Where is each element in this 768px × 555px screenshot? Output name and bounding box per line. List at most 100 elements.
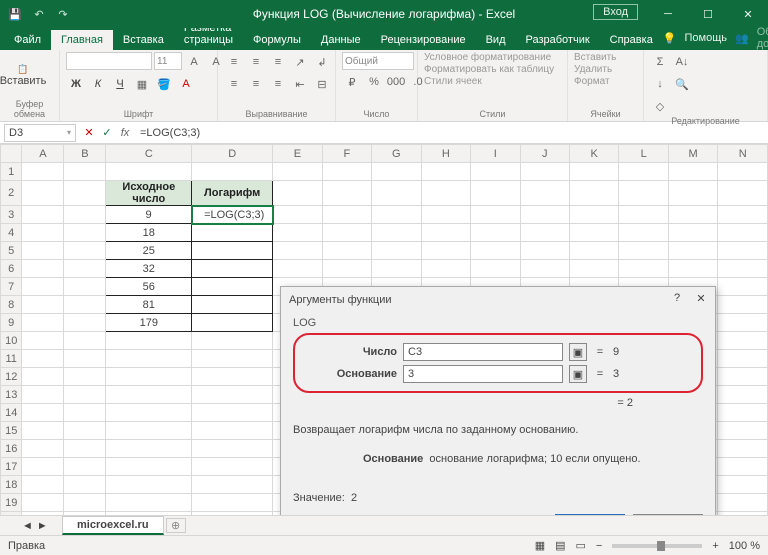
- share-label[interactable]: Общий доступ: [757, 26, 768, 50]
- cell[interactable]: 25: [106, 242, 192, 260]
- cell[interactable]: 32: [106, 260, 192, 278]
- tab-file[interactable]: Файл: [4, 30, 51, 50]
- grow-font-icon[interactable]: A: [184, 52, 204, 72]
- font-family[interactable]: [66, 52, 152, 70]
- col-header[interactable]: L: [619, 145, 668, 163]
- row-header[interactable]: 13: [1, 386, 22, 404]
- col-header[interactable]: D: [192, 145, 273, 163]
- row-header[interactable]: 19: [1, 494, 22, 512]
- row-header[interactable]: 6: [1, 260, 22, 278]
- align-bot-icon[interactable]: ≡: [268, 52, 288, 72]
- cell[interactable]: 81: [106, 296, 192, 314]
- table-header-src[interactable]: Исходное число: [106, 181, 192, 206]
- row-header[interactable]: 10: [1, 332, 22, 350]
- row-header[interactable]: 12: [1, 368, 22, 386]
- merge-icon[interactable]: ⊟: [312, 74, 332, 94]
- cancel-formula-icon[interactable]: ✕: [80, 126, 98, 139]
- align-center-icon[interactable]: ≡: [246, 74, 266, 94]
- autosum-icon[interactable]: Σ: [650, 52, 670, 72]
- tab-view[interactable]: Вид: [476, 30, 516, 50]
- col-header[interactable]: J: [520, 145, 569, 163]
- italic-icon[interactable]: К: [88, 74, 108, 94]
- tab-review[interactable]: Рецензирование: [371, 30, 476, 50]
- row-header[interactable]: 2: [1, 181, 22, 206]
- number-format[interactable]: [342, 52, 414, 70]
- sort-icon[interactable]: A↓: [672, 52, 692, 72]
- tab-help[interactable]: Справка: [600, 30, 663, 50]
- tab-developer[interactable]: Разработчик: [516, 30, 600, 50]
- col-header[interactable]: A: [22, 145, 64, 163]
- col-header[interactable]: B: [64, 145, 106, 163]
- col-header[interactable]: C: [106, 145, 192, 163]
- share-icon[interactable]: 👥: [735, 32, 749, 45]
- delete-cells-button[interactable]: Удалить: [574, 64, 612, 75]
- row-header[interactable]: 15: [1, 422, 22, 440]
- fill-icon[interactable]: 🪣: [154, 74, 174, 94]
- font-size[interactable]: [154, 52, 182, 70]
- row-header[interactable]: 18: [1, 476, 22, 494]
- fx-icon[interactable]: fx: [116, 127, 134, 139]
- col-header[interactable]: E: [273, 145, 322, 163]
- cond-format-button[interactable]: Условное форматирование: [424, 52, 551, 63]
- cell[interactable]: 179: [106, 314, 192, 332]
- row-header[interactable]: 17: [1, 458, 22, 476]
- minimize-icon[interactable]: ─: [648, 0, 688, 28]
- format-table-button[interactable]: Форматировать как таблицу: [424, 64, 554, 75]
- undo-icon[interactable]: ↶: [30, 5, 48, 23]
- row-header[interactable]: 4: [1, 224, 22, 242]
- row-header[interactable]: 5: [1, 242, 22, 260]
- row-header[interactable]: 7: [1, 278, 22, 296]
- close-icon[interactable]: ✕: [728, 0, 768, 28]
- sheet-tab[interactable]: microexcel.ru: [62, 516, 164, 535]
- find-icon[interactable]: 🔍: [672, 74, 692, 94]
- col-header[interactable]: I: [471, 145, 520, 163]
- paste-button[interactable]: 📋Вставить: [6, 52, 40, 98]
- sheet-prev-icon[interactable]: ◄: [22, 520, 33, 532]
- col-header[interactable]: G: [372, 145, 421, 163]
- arg2-picker-icon[interactable]: ▣: [569, 365, 587, 383]
- border-icon[interactable]: ▦: [132, 74, 152, 94]
- row-header[interactable]: 1: [1, 163, 22, 181]
- zoom-in-icon[interactable]: +: [712, 540, 718, 552]
- arg1-picker-icon[interactable]: ▣: [569, 343, 587, 361]
- formula-input[interactable]: =LOG(C3;3): [134, 127, 768, 139]
- name-box[interactable]: D3▾: [4, 124, 76, 142]
- sheet-next-icon[interactable]: ►: [37, 520, 48, 532]
- dialog-help-icon[interactable]: ?: [669, 292, 685, 304]
- view-layout-icon[interactable]: ▤: [555, 539, 565, 552]
- new-sheet-icon[interactable]: ⊕: [166, 518, 186, 533]
- percent-icon[interactable]: %: [364, 72, 384, 92]
- fill-down-icon[interactable]: ↓: [650, 74, 670, 94]
- save-icon[interactable]: 💾: [6, 5, 24, 23]
- cell[interactable]: 56: [106, 278, 192, 296]
- tellme[interactable]: Помощь: [685, 32, 728, 44]
- table-header-log[interactable]: Логарифм: [192, 181, 273, 206]
- wrap-icon[interactable]: ↲: [312, 52, 332, 72]
- select-all[interactable]: [1, 145, 22, 163]
- row-header[interactable]: 11: [1, 350, 22, 368]
- redo-icon[interactable]: ↷: [54, 5, 72, 23]
- view-break-icon[interactable]: ▭: [576, 539, 586, 552]
- col-header[interactable]: H: [421, 145, 470, 163]
- row-header[interactable]: 9: [1, 314, 22, 332]
- zoom-level[interactable]: 100 %: [729, 540, 760, 552]
- orientation-icon[interactable]: ↗: [290, 52, 310, 72]
- col-header[interactable]: F: [322, 145, 371, 163]
- col-header[interactable]: N: [718, 145, 768, 163]
- zoom-out-icon[interactable]: −: [596, 540, 602, 552]
- tab-home[interactable]: Главная: [51, 30, 113, 50]
- dialog-close-icon[interactable]: ✕: [693, 292, 709, 305]
- underline-icon[interactable]: Ч: [110, 74, 130, 94]
- enter-formula-icon[interactable]: ✓: [98, 126, 116, 139]
- tab-data[interactable]: Данные: [311, 30, 371, 50]
- comma-icon[interactable]: 000: [386, 72, 406, 92]
- bold-icon[interactable]: Ж: [66, 74, 86, 94]
- cell[interactable]: 9: [106, 206, 192, 224]
- col-header[interactable]: K: [569, 145, 618, 163]
- row-header[interactable]: 8: [1, 296, 22, 314]
- align-right-icon[interactable]: ≡: [268, 74, 288, 94]
- currency-icon[interactable]: ₽: [342, 72, 362, 92]
- row-header[interactable]: 14: [1, 404, 22, 422]
- cell[interactable]: 18: [106, 224, 192, 242]
- align-left-icon[interactable]: ≡: [224, 74, 244, 94]
